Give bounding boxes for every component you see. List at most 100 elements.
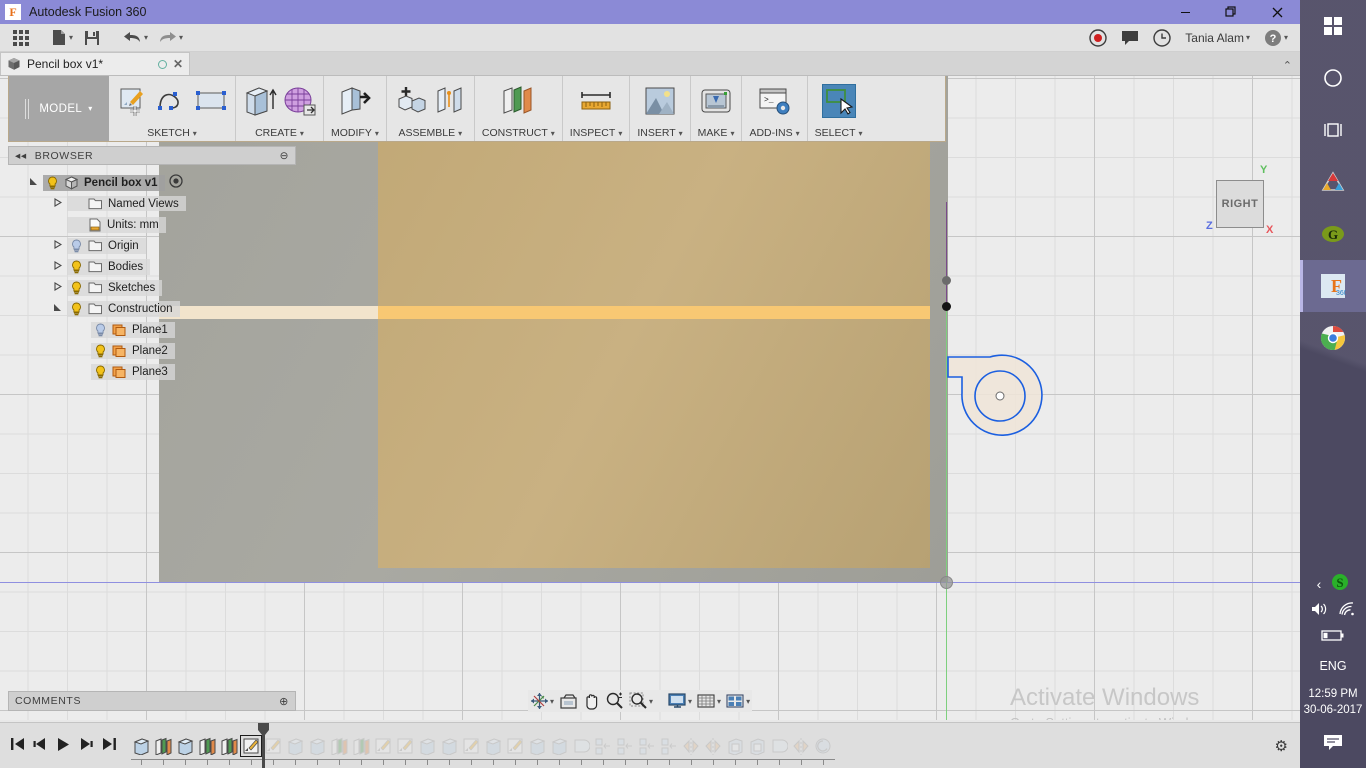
visibility-bulb-icon[interactable] <box>70 239 83 253</box>
timeline-feature-sketch[interactable] <box>505 736 525 756</box>
play-button[interactable] <box>56 737 71 755</box>
tree-expand-arrow-icon[interactable] <box>52 261 63 272</box>
scripts-addins-icon[interactable]: >_ <box>758 84 792 118</box>
zoom-window-button[interactable]: ▾ <box>627 690 655 712</box>
visibility-bulb-icon[interactable] <box>94 323 107 337</box>
timeline-feature-fillet[interactable] <box>769 736 789 756</box>
body-tan-solid[interactable] <box>378 76 930 568</box>
timeline-feature-extrude[interactable] <box>527 736 547 756</box>
fusion360-app-button[interactable]: F 360 <box>1300 260 1366 312</box>
action-center-button[interactable] <box>1322 733 1344 758</box>
timeline-feature-plane[interactable] <box>351 736 371 756</box>
comments-button[interactable] <box>1117 25 1143 51</box>
skype-tray-icon[interactable]: S <box>1331 573 1349 596</box>
timeline-track[interactable] <box>131 722 835 768</box>
pan-button[interactable] <box>581 690 602 712</box>
timeline-feature-plane[interactable] <box>153 736 173 756</box>
document-tab-close-icon[interactable]: ✕ <box>173 57 183 71</box>
timeline-feature-pattern[interactable] <box>593 736 613 756</box>
orbit-button[interactable]: ▾ <box>528 690 556 712</box>
visibility-bulb-icon[interactable] <box>94 365 107 379</box>
timeline-feature-pattern[interactable] <box>659 736 679 756</box>
document-tab-pencil-box[interactable]: Pencil box v1* ✕ <box>0 52 190 75</box>
display-settings-button[interactable]: ▾ <box>666 690 694 712</box>
timeline-feature-extrude[interactable] <box>483 736 503 756</box>
timeline-feature-mirror[interactable] <box>703 736 723 756</box>
undo-button[interactable]: ▾ <box>119 25 152 51</box>
visibility-bulb-icon[interactable] <box>94 344 107 358</box>
visibility-bulb-icon[interactable] <box>70 260 83 274</box>
browser-collapse-icon[interactable]: ◂◂ <box>15 150 27 162</box>
zoom-button[interactable] <box>603 690 626 712</box>
collapse-ribbon-button[interactable]: ⌃ <box>1283 59 1300 72</box>
create-form-icon[interactable] <box>282 84 316 118</box>
task-view-button[interactable] <box>1300 104 1366 156</box>
language-indicator[interactable]: ENG <box>1319 659 1346 673</box>
extrude-icon[interactable] <box>243 84 277 118</box>
save-button[interactable] <box>79 25 105 51</box>
sketch-point-origin[interactable] <box>942 302 951 311</box>
timeline-feature-thread[interactable] <box>813 736 833 756</box>
tree-collapse-arrow-icon[interactable] <box>52 303 63 314</box>
measure-icon[interactable] <box>579 84 613 118</box>
visibility-bulb-icon[interactable] <box>70 302 83 316</box>
press-pull-icon[interactable] <box>338 84 372 118</box>
look-at-button[interactable] <box>557 690 580 712</box>
3d-print-icon[interactable] <box>699 84 733 118</box>
timeline-feature-fillet[interactable] <box>571 736 591 756</box>
timeline-feature-extrude[interactable] <box>175 736 195 756</box>
joint-icon[interactable] <box>433 84 467 118</box>
timeline-feature-plane[interactable] <box>329 736 349 756</box>
screencast-record-button[interactable] <box>1085 25 1111 51</box>
browser-item-bodies[interactable]: Bodies <box>28 256 151 277</box>
timeline-feature-pattern[interactable] <box>615 736 635 756</box>
browser-item-plane2[interactable]: Plane2 <box>28 340 175 361</box>
view-cube-face-label[interactable]: RIGHT <box>1216 180 1264 228</box>
offset-plane-icon[interactable] <box>501 84 535 118</box>
workspace-switcher-button[interactable]: MODEL ▾ <box>9 76 109 141</box>
browser-item-plane3[interactable]: Plane3 <box>28 361 175 382</box>
step-forward-button[interactable] <box>79 737 94 754</box>
timeline-feature-plane[interactable] <box>197 736 217 756</box>
new-component-icon[interactable] <box>394 84 428 118</box>
timeline-feature-sketch[interactable] <box>395 736 415 756</box>
rectangle-icon[interactable] <box>194 84 228 118</box>
timeline-feature-extrude[interactable] <box>417 736 437 756</box>
create-sketch-icon[interactable] <box>116 84 150 118</box>
browser-item-construction[interactable]: Construction <box>28 298 180 319</box>
show-hidden-icons-button[interactable]: ‹ <box>1317 576 1322 592</box>
history-button[interactable] <box>1149 25 1175 51</box>
user-menu-button[interactable]: Tania Alam ▾ <box>1181 25 1254 51</box>
redo-button[interactable]: ▾ <box>154 25 187 51</box>
circle-center-point[interactable] <box>995 391 1005 401</box>
help-button[interactable]: ? ▾ <box>1260 25 1292 51</box>
tree-collapse-arrow-icon[interactable] <box>28 177 39 188</box>
browser-minimize-icon[interactable]: ⊖ <box>280 150 289 162</box>
tree-expand-arrow-icon[interactable] <box>52 282 63 293</box>
timeline-settings-button[interactable]: ⚙ <box>1275 737 1300 755</box>
browser-item-plane1[interactable]: Plane1 <box>28 319 175 340</box>
timeline-marker[interactable] <box>258 722 269 768</box>
insert-image-icon[interactable] <box>643 84 677 118</box>
tree-expand-arrow-icon[interactable] <box>52 198 63 209</box>
active-sketch-profile[interactable] <box>930 331 1060 441</box>
add-comment-icon[interactable]: ⊕ <box>279 695 289 708</box>
viewports-button[interactable]: ▾ <box>724 690 752 712</box>
spline-icon[interactable] <box>155 84 189 118</box>
browser-item-sketches[interactable]: Sketches <box>28 277 163 298</box>
timeline-feature-sketch[interactable] <box>461 736 481 756</box>
visibility-bulb-icon[interactable] <box>70 281 83 295</box>
select-window-icon[interactable] <box>821 84 856 118</box>
tree-expand-arrow-icon[interactable] <box>52 240 63 251</box>
new-file-button[interactable]: ▾ <box>48 25 77 51</box>
browser-item-named-views[interactable]: Named Views <box>28 193 186 214</box>
step-back-button[interactable] <box>33 737 48 754</box>
app-grid-button[interactable] <box>8 25 34 51</box>
origin-point[interactable] <box>940 576 953 589</box>
timeline-feature-mirror[interactable] <box>681 736 701 756</box>
visibility-bulb-icon[interactable] <box>46 176 59 190</box>
start-button[interactable] <box>1300 0 1366 52</box>
go-to-beginning-button[interactable] <box>10 737 25 754</box>
minimize-button[interactable] <box>1162 0 1208 24</box>
timeline-feature-extrude[interactable] <box>549 736 569 756</box>
